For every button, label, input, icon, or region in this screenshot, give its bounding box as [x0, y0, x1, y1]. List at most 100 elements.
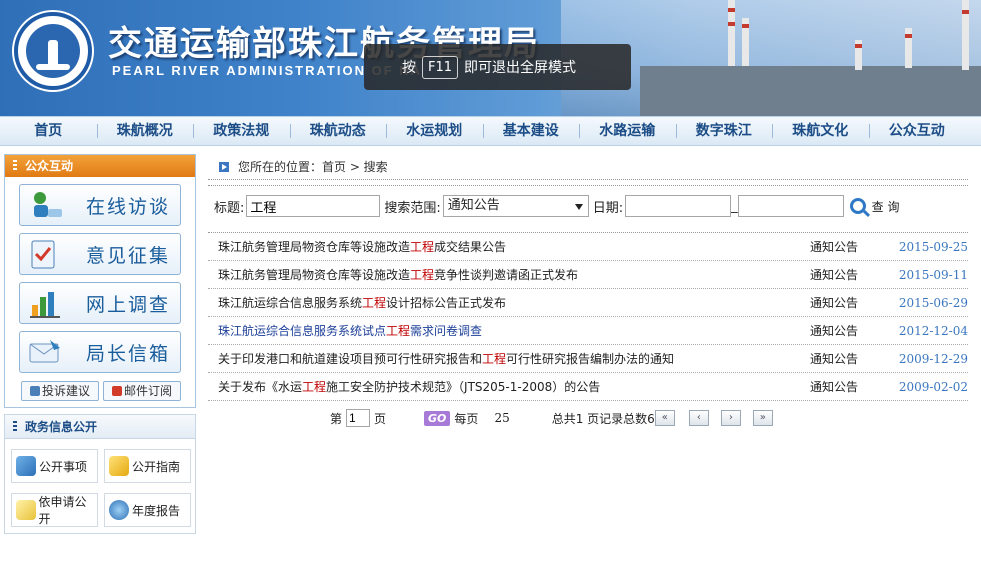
button-label: 投诉建议	[41, 384, 90, 398]
cube-icon	[16, 456, 36, 476]
result-title-link[interactable]: 珠江航务管理局物资仓库等设施改造工程成交结果公告	[208, 233, 810, 260]
keyword-highlight: 工程	[386, 324, 411, 338]
gov-info-grid: 公开事项 公开指南 依申请公开 年度报告	[5, 439, 195, 533]
dots-icon	[13, 160, 17, 172]
result-category: 通知公告	[810, 296, 859, 310]
toast-prefix: 按	[402, 60, 416, 76]
keyword-highlight: 工程	[410, 268, 435, 282]
search-button-label: 查 询	[871, 199, 900, 214]
nav-item-overview[interactable]: 珠航概况	[96, 117, 194, 145]
title-input[interactable]	[246, 195, 381, 217]
page-input[interactable]	[346, 409, 371, 427]
nav-item-public[interactable]: 公众互动	[868, 117, 966, 145]
director-mailbox-button[interactable]: 局长信箱	[19, 331, 181, 373]
chart-icon	[26, 287, 66, 319]
nav-item-planning[interactable]: 水运规划	[386, 117, 483, 145]
date-label: 日期:	[592, 200, 624, 216]
fullscreen-toast: 按 F11 即可退出全屏模式	[364, 44, 631, 90]
button-label: 年度报告	[132, 503, 181, 518]
first-page-icon[interactable]: «	[654, 410, 675, 426]
pagination: 第 页 GO 每页 25 总共1 页记录总数6 « ‹ › »	[208, 403, 968, 433]
keyword-highlight: 工程	[302, 380, 327, 394]
gov-info-title: 政务信息公开	[5, 415, 195, 439]
date-to-input[interactable]	[737, 195, 844, 217]
result-row: 珠江航务管理局物资仓库等设施改造工程竞争性谈判邀请函正式发布 通知公告 2015-0…	[208, 261, 968, 289]
result-title-link[interactable]: 珠江航运综合信息服务系统工程设计招标公告正式发布	[208, 289, 810, 316]
title-part: 可行性研究报告编制办法的通知	[506, 352, 675, 366]
chimney-graphic	[728, 0, 735, 66]
last-page-icon[interactable]: »	[752, 410, 773, 426]
button-label: 公开指南	[132, 459, 181, 474]
result-title-link[interactable]: 珠江航务管理局物资仓库等设施改造工程竞争性谈判邀请函正式发布	[208, 261, 810, 288]
title-part: 珠江航运综合信息服务系统	[218, 296, 363, 310]
nav-item-transport[interactable]: 水路运输	[579, 117, 676, 145]
opinion-collection-button[interactable]: 意见征集	[19, 233, 181, 275]
public-guide-button[interactable]: 公开指南	[104, 449, 191, 483]
results-list: 珠江航务管理局物资仓库等设施改造工程成交结果公告 通知公告 2015-09-25 珠江…	[208, 232, 968, 401]
gov-info-box: 政务信息公开 公开事项 公开指南 依申请公开 年度报告	[4, 414, 196, 534]
pencil-icon	[111, 386, 122, 396]
arrow-icon	[219, 162, 229, 172]
search-button[interactable]: 查 询	[849, 198, 900, 215]
result-row: 关于印发港口和航道建设项目预可行性研究报告和工程可行性研究报告编制办法的通知 通知…	[208, 345, 968, 373]
search-form: 标题: 搜索范围: 通知公告 日期: _ 查 询	[208, 190, 968, 222]
result-title-link[interactable]: 珠江航运综合信息服务系统试点工程需求问卷调查	[208, 317, 810, 344]
button-label: 公开事项	[39, 459, 88, 474]
keyword-highlight: 工程	[362, 296, 387, 310]
result-category: 通知公告	[810, 240, 859, 254]
sidebar: 公众互动 在线访谈 意见征集 网上调查 局长信箱 投诉建议 邮件订阅 政务信息公…	[4, 154, 196, 534]
public-items-button[interactable]: 公开事项	[11, 449, 98, 483]
result-date: 2015-06-29	[898, 296, 968, 310]
nav-item-culture[interactable]: 珠航文化	[772, 117, 869, 145]
online-interview-button[interactable]: 在线访谈	[19, 184, 181, 226]
result-date: 2015-09-25	[898, 240, 968, 254]
chimney-graphic	[855, 40, 862, 70]
result-row: 关于发布《水运工程施工安全防护技术规范》（JTS205-1-2008）的公告 通知…	[208, 373, 968, 401]
page-suffix: 页	[374, 411, 387, 426]
annual-report-button[interactable]: 年度报告	[104, 493, 191, 527]
result-row: 珠江航运综合信息服务系统试点工程需求问卷调查 通知公告 2012-12-04	[208, 317, 968, 345]
nav-item-home[interactable]: 首页	[0, 117, 97, 145]
nav-item-news[interactable]: 珠航动态	[289, 117, 387, 145]
scope-value: 通知公告	[447, 198, 500, 213]
date-from-input[interactable]	[625, 195, 732, 217]
nav-item-construction[interactable]: 基本建设	[482, 117, 580, 145]
keyword-highlight: 工程	[482, 352, 507, 366]
page-prefix: 第	[330, 411, 343, 426]
title-part: 竞争性谈判邀请函正式发布	[434, 268, 579, 282]
prev-page-icon[interactable]: ‹	[688, 410, 709, 426]
title-part: 珠江航务管理局物资仓库等设施改造	[218, 240, 411, 254]
per-page-label: 每页	[454, 411, 479, 426]
result-category: 通知公告	[810, 324, 859, 338]
chevron-down-icon	[574, 204, 583, 210]
result-row: 珠江航务管理局物资仓库等设施改造工程成交结果公告 通知公告 2015-09-25	[208, 233, 968, 261]
nav-item-digital[interactable]: 数字珠江	[675, 117, 773, 145]
toast-key: F11	[422, 55, 459, 79]
record-summary: 总共1 页记录总数6	[551, 411, 655, 426]
result-date: 2012-12-04	[898, 324, 968, 338]
complaint-button[interactable]: 投诉建议	[21, 381, 99, 401]
apply-disclosure-button[interactable]: 依申请公开	[11, 493, 98, 527]
next-page-icon[interactable]: ›	[720, 410, 741, 426]
go-button[interactable]: GO	[424, 410, 451, 426]
scope-select[interactable]: 通知公告	[442, 195, 589, 217]
main-nav: 首页 珠航概况 政策法规 珠航动态 水运规划 基本建设 水路运输 数字珠江 珠航…	[0, 116, 981, 146]
result-title-link[interactable]: 关于发布《水运工程施工安全防护技术规范》（JTS205-1-2008）的公告	[208, 373, 810, 400]
result-date: 2015-09-11	[898, 268, 968, 282]
result-title-link[interactable]: 关于印发港口和航道建设项目预可行性研究报告和工程可行性研究报告编制办法的通知	[208, 345, 810, 372]
button-label: 网上调查	[86, 293, 171, 316]
title-part: 设计招标公告正式发布	[386, 296, 507, 310]
title-label: 标题:	[214, 200, 245, 216]
nav-item-policy[interactable]: 政策法规	[193, 117, 290, 145]
mail-subscribe-button[interactable]: 邮件订阅	[103, 381, 181, 401]
small-button-row: 投诉建议 邮件订阅	[5, 373, 195, 407]
chimney-graphic	[962, 0, 969, 70]
complaint-icon	[29, 386, 40, 396]
title-part: 关于发布《水运	[218, 380, 303, 394]
chimney-graphic	[905, 28, 912, 68]
breadcrumb-text: 您所在的位置：首页 > 搜索	[238, 160, 388, 174]
document-icon	[16, 500, 36, 520]
online-survey-button[interactable]: 网上调查	[19, 282, 181, 324]
folder-icon	[109, 456, 129, 476]
main-content: 您所在的位置：首页 > 搜索 标题: 搜索范围: 通知公告 日期: _ 查 询 …	[208, 154, 968, 433]
